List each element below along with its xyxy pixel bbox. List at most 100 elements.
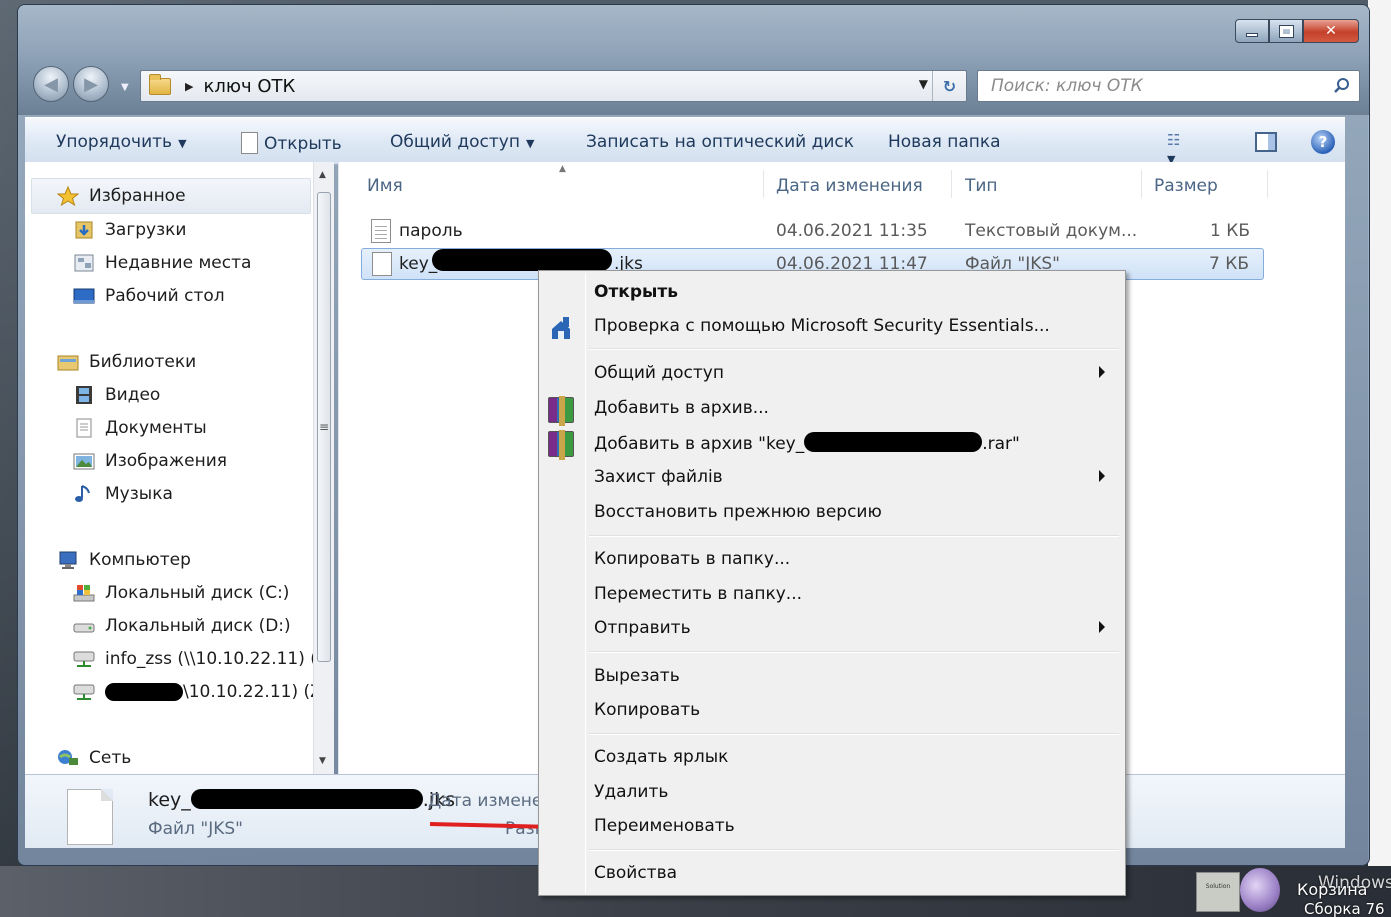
minimize-icon <box>1246 33 1258 37</box>
music-icon <box>73 484 95 504</box>
redaction <box>190 789 423 809</box>
column-type[interactable]: Тип <box>965 176 998 196</box>
scroll-down-icon[interactable]: ▼ <box>319 756 326 766</box>
maximize-button[interactable] <box>1269 19 1303 43</box>
details-name-prefix: key_ <box>148 789 191 811</box>
forward-button[interactable]: ▶ <box>73 66 109 102</box>
chevron-down-icon: ▼ <box>178 137 187 150</box>
downloads-icon <box>73 220 95 240</box>
nav-images-label: Изображения <box>105 451 228 471</box>
search-icon[interactable] <box>1333 77 1351 95</box>
search-input[interactable]: Поиск: ключ ОТК <box>977 70 1360 102</box>
menu-item-copy-to[interactable]: Копировать в папку... <box>542 543 1122 577</box>
nav-disk-c[interactable]: Локальный диск (C:) <box>73 583 289 603</box>
recycle-bin-label[interactable]: Корзина <box>1297 880 1367 899</box>
nav-downloads[interactable]: Загрузки <box>73 220 186 240</box>
nav-favorites[interactable]: Избранное <box>56 185 186 207</box>
menu-item-label: Вырезать <box>594 666 680 686</box>
file-date: 04.06.2021 11:35 <box>776 221 928 241</box>
menu-item-shortcut[interactable]: Создать ярлык <box>542 741 1122 775</box>
nav-computer[interactable]: Компьютер <box>57 550 191 570</box>
network-drive-icon <box>73 649 95 669</box>
menu-item-label: Переименовать <box>594 816 735 836</box>
burn-label: Записать на оптический диск <box>586 132 855 152</box>
address-path[interactable]: ключ ОТК <box>203 76 295 97</box>
menu-item-add-archive[interactable]: Добавить в архив... <box>542 392 1122 426</box>
column-size[interactable]: Размер <box>1154 176 1218 196</box>
close-button[interactable]: ✕ <box>1303 19 1359 43</box>
submenu-arrow-icon <box>1099 366 1105 378</box>
nav-scrollbar[interactable]: ▲ ≡ ▼ <box>313 162 334 774</box>
nav-recent-label: Недавние места <box>105 253 252 273</box>
taskbar-orb-icon[interactable] <box>1240 868 1280 912</box>
new-folder-button[interactable]: Новая папка <box>888 132 1001 152</box>
menu-item-properties[interactable]: Свойства <box>542 857 1122 891</box>
menu-item-protect[interactable]: Захист файлів <box>542 461 1122 495</box>
menu-item-mse-scan[interactable]: Проверка с помощью Microsoft Security Es… <box>542 310 1122 344</box>
help-icon[interactable]: ? <box>1311 130 1335 154</box>
menu-separator <box>589 348 1119 350</box>
menu-item-copy[interactable]: Копировать <box>542 694 1122 728</box>
menu-item-move-to[interactable]: Переместить в папку... <box>542 578 1122 612</box>
burn-button[interactable]: Записать на оптический диск <box>586 132 854 152</box>
nav-network-label: Сеть <box>89 748 132 768</box>
libraries-icon <box>57 352 79 372</box>
nav-disk-d[interactable]: Локальный диск (D:) <box>73 616 291 636</box>
details-file-name: key_ .jks <box>148 789 455 811</box>
redaction <box>105 683 183 701</box>
file-row[interactable]: пароль 04.06.2021 11:35 Текстовый докум.… <box>361 216 1264 248</box>
open-button[interactable]: Открыть <box>241 132 342 154</box>
nav-network[interactable]: Сеть <box>57 748 131 768</box>
column-name[interactable]: Имя <box>367 176 403 196</box>
menu-item-open[interactable]: Открыть <box>542 276 1122 310</box>
images-icon <box>73 451 95 471</box>
share-label: Общий доступ <box>390 132 520 152</box>
nav-music[interactable]: Музыка <box>73 484 173 504</box>
menu-item-delete[interactable]: Удалить <box>542 776 1122 810</box>
breadcrumb-chevron-icon[interactable]: ▶ <box>185 80 193 93</box>
menu-item-add-archive-named[interactable]: Добавить в архив "key_ .rar" <box>542 426 1122 460</box>
details-type: Файл "JKS" <box>148 819 243 839</box>
nav-recent[interactable]: Недавние места <box>73 253 251 273</box>
column-date[interactable]: Дата изменения <box>776 176 923 196</box>
nav-video-label: Видео <box>105 385 161 405</box>
organize-button[interactable]: Упорядочить ▼ <box>56 132 187 152</box>
menu-item-restore[interactable]: Восстановить прежнюю версию <box>542 496 1122 530</box>
column-separator[interactable] <box>1141 170 1142 198</box>
nav-documents-label: Документы <box>105 418 207 438</box>
history-dropdown[interactable]: ▼ <box>121 82 129 93</box>
menu-item-share[interactable]: Общий доступ <box>542 357 1122 391</box>
caption-buttons: ✕ <box>1235 19 1359 43</box>
minimize-button[interactable] <box>1235 19 1269 43</box>
share-button[interactable]: Общий доступ ▼ <box>390 132 534 152</box>
taskbar-thumbnail[interactable]: Solution <box>1196 872 1240 912</box>
menu-item-send-to[interactable]: Отправить <box>542 612 1122 646</box>
nav-desktop[interactable]: Рабочий стол <box>73 286 225 306</box>
address-dropdown-icon[interactable]: ▼ <box>919 77 928 91</box>
nav-video[interactable]: Видео <box>73 385 160 405</box>
column-separator[interactable] <box>1267 170 1268 198</box>
refresh-button[interactable]: ↻ <box>932 71 966 101</box>
address-bar[interactable]: ▶ ключ ОТК ▼ ↻ <box>140 70 967 102</box>
menu-item-label: Копировать в папку... <box>594 549 791 569</box>
menu-item-cut[interactable]: Вырезать <box>542 660 1122 694</box>
nav-libraries[interactable]: Библиотеки <box>57 352 196 372</box>
nav-network-drive-2[interactable]: \10.10.22.11) (Z <box>73 682 315 702</box>
search-placeholder: Поиск: ключ ОТК <box>991 76 1143 96</box>
scroll-up-icon[interactable]: ▲ <box>319 170 326 180</box>
nav-documents[interactable]: Документы <box>73 418 207 438</box>
file-size: 1 КБ <box>1210 221 1250 241</box>
column-separator[interactable] <box>763 170 764 198</box>
menu-item-rename[interactable]: Переименовать <box>542 810 1122 844</box>
preview-pane-icon[interactable] <box>1255 132 1277 152</box>
column-separator[interactable] <box>951 170 952 198</box>
submenu-arrow-icon <box>1099 470 1105 482</box>
view-options-icon[interactable]: ☷ ▼ <box>1167 131 1189 166</box>
star-icon <box>56 185 80 207</box>
system-drive-icon <box>73 583 95 603</box>
nav-images[interactable]: Изображения <box>73 451 227 471</box>
forward-arrow-icon: ▶ <box>84 73 98 95</box>
back-button[interactable]: ◀ <box>33 66 69 102</box>
nav-network-drive-1[interactable]: info_zss (\\10.10.22.11) ( <box>73 649 315 669</box>
network-icon <box>57 748 79 768</box>
